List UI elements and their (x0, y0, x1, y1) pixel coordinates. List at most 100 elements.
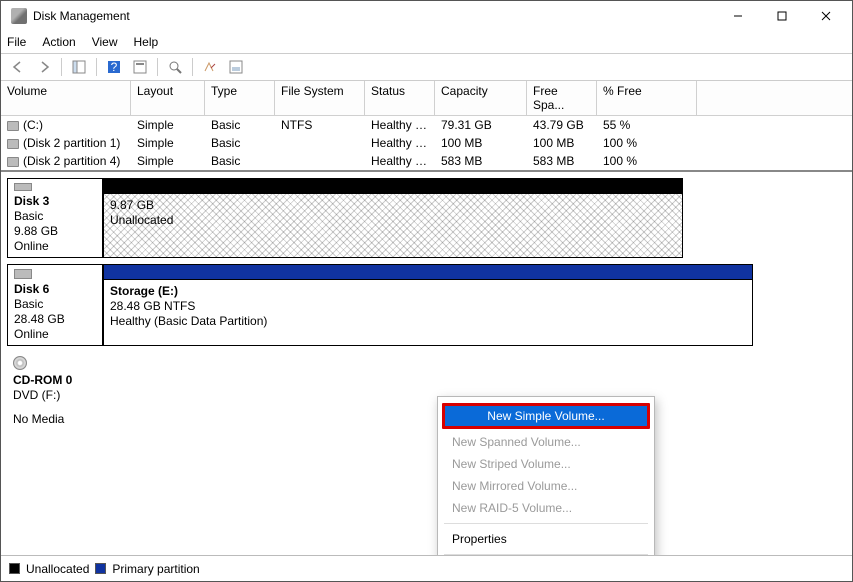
action-1-button[interactable] (199, 56, 221, 78)
context-menu: New Simple Volume... New Spanned Volume.… (437, 396, 655, 555)
menu-new-mirrored-volume: New Mirrored Volume... (438, 475, 654, 497)
minimize-button[interactable] (716, 2, 760, 30)
volume-free: 43.79 GB (527, 116, 597, 134)
volume-fs (275, 134, 365, 152)
volume-fs: NTFS (275, 116, 365, 134)
col-type[interactable]: Type (205, 81, 275, 115)
disk-region-unallocated[interactable]: 9.87 GB Unallocated (103, 194, 683, 258)
volume-name: (Disk 2 partition 4) (23, 154, 120, 168)
col-status[interactable]: Status (365, 81, 435, 115)
toolbar-separator (157, 58, 158, 76)
region-header-primary (103, 264, 753, 280)
disk-state: Online (14, 239, 96, 253)
menu-new-simple-volume[interactable]: New Simple Volume... (438, 401, 654, 431)
help-button[interactable]: ? (103, 56, 125, 78)
volume-layout: Simple (131, 134, 205, 152)
drive-icon (7, 157, 19, 167)
volume-status: Healthy (E... (365, 134, 435, 152)
region-label: Unallocated (110, 213, 676, 228)
legend-label-unallocated: Unallocated (26, 562, 89, 576)
volume-name: (C:) (23, 118, 43, 132)
volume-fs (275, 152, 365, 170)
disk-type: Basic (14, 297, 96, 311)
volume-pct: 100 % (597, 134, 697, 152)
toolbar-separator (192, 58, 193, 76)
menu-help[interactable]: Help (134, 35, 159, 49)
disk-name: Disk 3 (14, 194, 96, 208)
settings-button[interactable] (129, 56, 151, 78)
toolbar-separator (96, 58, 97, 76)
col-spacer (697, 81, 852, 115)
back-button[interactable] (7, 56, 29, 78)
disk-row: Disk 6 Basic 28.48 GB Online Storage (E:… (7, 264, 846, 346)
disk-size: 28.48 GB (14, 312, 96, 326)
disk-row: Disk 3 Basic 9.88 GB Online 9.87 GB Unal… (7, 178, 846, 258)
menu-new-striped-volume: New Striped Volume... (438, 453, 654, 475)
volume-list-header: Volume Layout Type File System Status Ca… (1, 81, 852, 116)
menu-file[interactable]: File (7, 35, 26, 49)
toolbar: ? (1, 53, 852, 81)
volume-name: (Disk 2 partition 1) (23, 136, 120, 150)
volume-capacity: 79.31 GB (435, 116, 527, 134)
disk-graphical-view: Disk 3 Basic 9.88 GB Online 9.87 GB Unal… (1, 172, 852, 555)
region-size-fs: 28.48 GB NTFS (110, 299, 746, 314)
menu-new-spanned-volume: New Spanned Volume... (438, 431, 654, 453)
volume-type: Basic (205, 134, 275, 152)
volume-layout: Simple (131, 152, 205, 170)
volume-free: 583 MB (527, 152, 597, 170)
app-icon (11, 8, 27, 24)
disk-state: Online (14, 327, 96, 341)
volume-row[interactable]: (Disk 2 partition 1) Simple Basic Health… (1, 134, 852, 152)
disk-info-panel[interactable]: CD-ROM 0 DVD (F:) No Media (7, 352, 103, 438)
menu-new-raid5-volume: New RAID-5 Volume... (438, 497, 654, 519)
menu-properties[interactable]: Properties (438, 528, 654, 550)
disk-icon (14, 269, 32, 279)
volume-type: Basic (205, 152, 275, 170)
menubar: File Action View Help (1, 31, 852, 53)
disk-size: 9.88 GB (14, 224, 96, 238)
legend-swatch-primary (95, 563, 106, 574)
show-hide-tree-button[interactable] (68, 56, 90, 78)
volume-layout: Simple (131, 116, 205, 134)
region-title: Storage (E:) (110, 284, 746, 299)
disk-name: CD-ROM 0 (13, 373, 97, 387)
volume-list: Volume Layout Type File System Status Ca… (1, 81, 852, 172)
col-volume[interactable]: Volume (1, 81, 131, 115)
col-capacity[interactable]: Capacity (435, 81, 527, 115)
region-status: Healthy (Basic Data Partition) (110, 314, 746, 329)
menu-item-label: New Simple Volume... (442, 403, 650, 429)
menu-view[interactable]: View (92, 35, 118, 49)
disk-state: No Media (13, 412, 97, 426)
volume-row[interactable]: (Disk 2 partition 4) Simple Basic Health… (1, 152, 852, 170)
disk-info-panel[interactable]: Disk 3 Basic 9.88 GB Online (7, 178, 103, 258)
volume-type: Basic (205, 116, 275, 134)
volume-status: Healthy (R... (365, 152, 435, 170)
volume-row[interactable]: (C:) Simple Basic NTFS Healthy (B... 79.… (1, 116, 852, 134)
col-filesystem[interactable]: File System (275, 81, 365, 115)
drive-icon (7, 139, 19, 149)
col-pct-free[interactable]: % Free (597, 81, 697, 115)
cdrom-icon (13, 356, 27, 370)
volume-capacity: 100 MB (435, 134, 527, 152)
volume-pct: 55 % (597, 116, 697, 134)
disk-drive-letter: DVD (F:) (13, 388, 97, 402)
svg-text:?: ? (111, 60, 118, 74)
disk-icon (14, 183, 32, 191)
col-free[interactable]: Free Spa... (527, 81, 597, 115)
refresh-button[interactable] (164, 56, 186, 78)
forward-button[interactable] (33, 56, 55, 78)
volume-capacity: 583 MB (435, 152, 527, 170)
disk-type: Basic (14, 209, 96, 223)
col-layout[interactable]: Layout (131, 81, 205, 115)
region-size: 9.87 GB (110, 198, 676, 213)
disk-region-primary[interactable]: Storage (E:) 28.48 GB NTFS Healthy (Basi… (103, 280, 753, 346)
disk-info-panel[interactable]: Disk 6 Basic 28.48 GB Online (7, 264, 103, 346)
action-2-button[interactable] (225, 56, 247, 78)
legend-label-primary: Primary partition (112, 562, 199, 576)
maximize-button[interactable] (760, 2, 804, 30)
close-button[interactable] (804, 2, 848, 30)
disk-name: Disk 6 (14, 282, 96, 296)
menu-action[interactable]: Action (42, 35, 75, 49)
menu-separator (444, 554, 648, 555)
disk-row: CD-ROM 0 DVD (F:) No Media (7, 352, 846, 438)
